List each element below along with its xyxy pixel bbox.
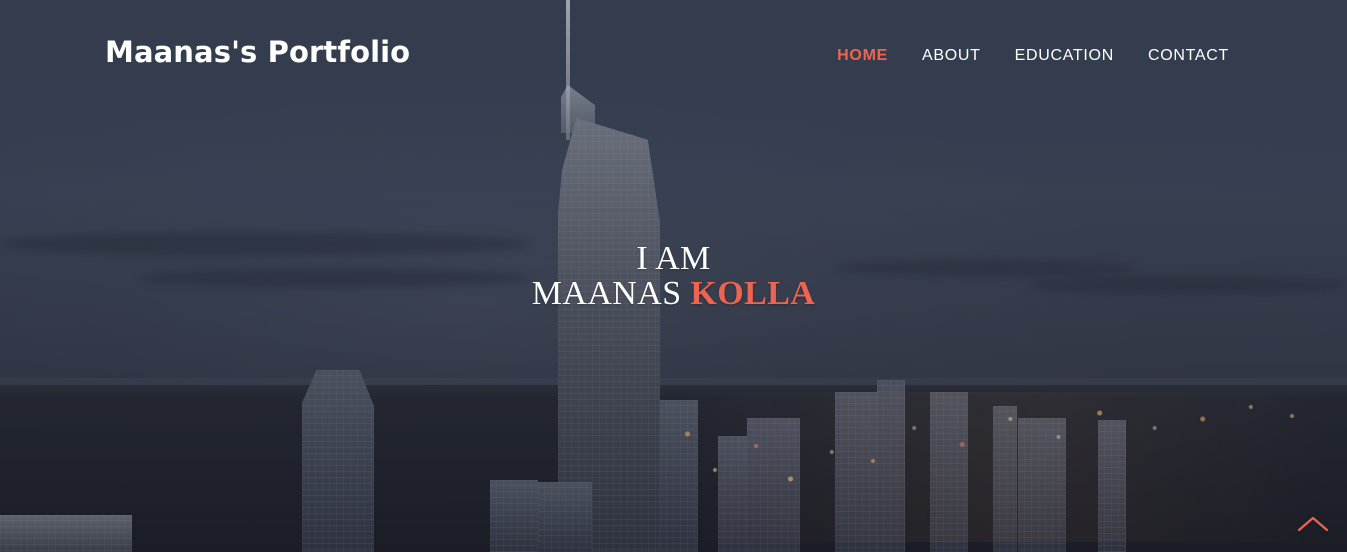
nav-about-link[interactable]: ABOUT	[922, 48, 981, 64]
chevron-up-icon	[1297, 516, 1329, 532]
hero-name-line: MAANAS KOLLA	[0, 276, 1347, 311]
hero-line-i-am: I AM	[636, 240, 711, 277]
nav-home-link[interactable]: HOME	[837, 48, 888, 64]
nav-contact-link[interactable]: CONTACT	[1148, 48, 1229, 64]
site-logo[interactable]: Maanas's Portfolio	[105, 38, 410, 67]
hero-section: Maanas's Portfolio HOME ABOUT EDUCATION …	[0, 0, 1347, 552]
main-nav: HOME ABOUT EDUCATION CONTACT	[837, 48, 1229, 64]
hero-last-name: KOLLA	[690, 275, 816, 313]
nav-education-link[interactable]: EDUCATION	[1015, 48, 1114, 64]
hero-first-name: MAANAS	[531, 275, 682, 313]
scroll-to-top-button[interactable]	[1295, 512, 1331, 536]
top-navigation: Maanas's Portfolio HOME ABOUT EDUCATION …	[0, 0, 1347, 118]
hero-text: I AM MAANAS KOLLA	[0, 241, 1347, 311]
